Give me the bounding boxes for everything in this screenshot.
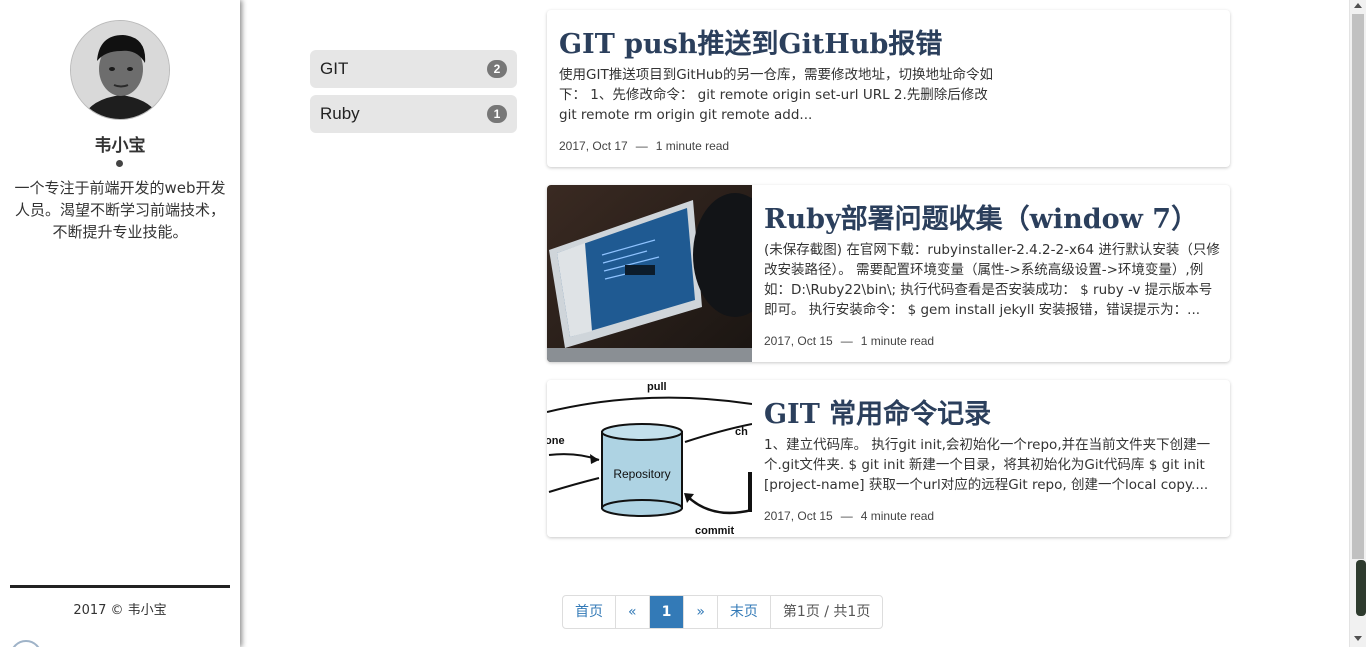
pagination-last[interactable]: 末页 bbox=[718, 596, 771, 628]
tag-count-badge: 2 bbox=[487, 60, 507, 78]
post-excerpt: 1、建立代码库。 执行git init,会初始化一个repo,并在当前文件夹下创… bbox=[764, 437, 1211, 493]
author-avatar[interactable] bbox=[70, 20, 170, 120]
post-read-time: 1 minute read bbox=[860, 334, 935, 348]
scroll-up-arrow-icon[interactable] bbox=[1354, 3, 1362, 8]
diagram-label-commit: commit bbox=[695, 525, 734, 537]
post-read-time: 4 minute read bbox=[860, 509, 935, 523]
tag-item-ruby[interactable]: Ruby 1 bbox=[310, 95, 517, 133]
post-date: 2017, Oct 17 bbox=[559, 139, 628, 153]
post-meta: 2017, Oct 15 — 1 minute read bbox=[764, 334, 934, 348]
diagram-label-pull: pull bbox=[647, 381, 667, 393]
vertical-scrollbar[interactable] bbox=[1349, 0, 1366, 647]
post-meta: 2017, Oct 17 — 1 minute read bbox=[559, 139, 729, 153]
sidebar: 韦小宝 一个专注于前端开发的web开发人员。渴望不断学习前端技术，不断提升专业技… bbox=[0, 0, 240, 647]
post-card: Ruby部署问题收集（window 7） (未保存截图) 在官网下载：rubyi… bbox=[547, 185, 1230, 362]
divider-dot bbox=[116, 160, 123, 167]
bottom-circle-icon[interactable] bbox=[10, 640, 42, 647]
post-date: 2017, Oct 15 bbox=[764, 509, 833, 523]
tag-label: Ruby bbox=[320, 104, 360, 123]
author-description: 一个专注于前端开发的web开发人员。渴望不断学习前端技术，不断提升专业技能。 bbox=[14, 179, 226, 241]
pagination-first[interactable]: 首页 bbox=[563, 596, 616, 628]
tag-item-git[interactable]: GIT 2 bbox=[310, 50, 517, 88]
post-thumbnail[interactable] bbox=[547, 185, 752, 362]
copyright-text: 2017 © 韦小宝 bbox=[73, 603, 167, 618]
post-meta: 2017, Oct 15 — 4 minute read bbox=[764, 509, 934, 523]
post-card: GIT push推送到GitHub报错 使用GIT推送项目到GitHub的另一仓… bbox=[547, 10, 1230, 167]
scrollbar-thumb[interactable] bbox=[1352, 14, 1364, 559]
post-excerpt: (未保存截图) 在官网下载：rubyinstaller-2.4.2-2-x64 … bbox=[764, 242, 1220, 318]
sidebar-divider bbox=[10, 585, 230, 588]
post-title[interactable]: Ruby部署问题收集（window 7） bbox=[764, 197, 1198, 236]
author-name: 韦小宝 bbox=[94, 136, 146, 156]
post-read-time: 1 minute read bbox=[655, 139, 730, 153]
scroll-down-arrow-icon[interactable] bbox=[1354, 636, 1362, 641]
diagram-label-left: one bbox=[547, 435, 565, 447]
tag-label: GIT bbox=[320, 59, 349, 78]
meta-separator: — bbox=[840, 509, 853, 523]
post-excerpt: 使用GIT推送项目到GitHub的另一仓库，需要修改地址，切换地址命令如下： 1… bbox=[559, 67, 993, 123]
diagram-label-repository: Repository bbox=[613, 467, 670, 481]
pagination-next[interactable]: » bbox=[684, 596, 718, 628]
pagination-current[interactable]: 1 bbox=[649, 596, 685, 628]
meta-separator: — bbox=[635, 139, 648, 153]
post-thumbnail[interactable]: pull one ch Repository commit bbox=[547, 380, 752, 537]
floating-widget-icon[interactable] bbox=[1356, 560, 1366, 616]
tag-count-badge: 1 bbox=[487, 105, 507, 123]
post-card: pull one ch Repository commit GIT 常用命令记录… bbox=[547, 380, 1230, 537]
post-title[interactable]: GIT push推送到GitHub报错 bbox=[559, 22, 942, 61]
pagination-prev[interactable]: « bbox=[616, 596, 650, 628]
post-title[interactable]: GIT 常用命令记录 bbox=[764, 392, 991, 431]
meta-separator: — bbox=[840, 334, 853, 348]
pagination-info: 第1页 / 共1页 bbox=[782, 604, 871, 620]
pagination: 首页 « 1 » 末页 第1页 / 共1页 bbox=[562, 595, 884, 629]
post-date: 2017, Oct 15 bbox=[764, 334, 833, 348]
